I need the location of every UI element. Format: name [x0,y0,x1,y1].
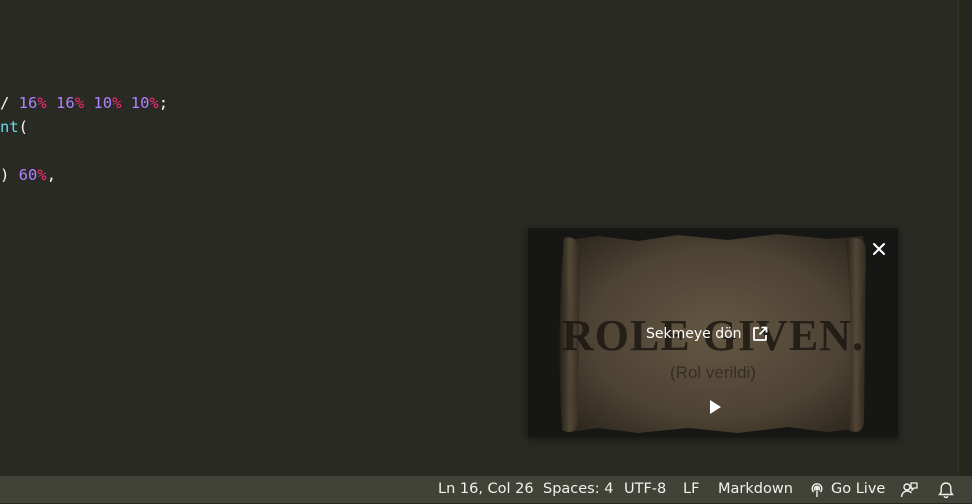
code-token: 10 [130,94,150,112]
close-icon[interactable] [868,238,890,260]
code-line: / 16% 16% 10% 10%; [0,91,168,115]
back-to-tab-button[interactable]: Sekmeye dön [646,322,768,346]
open-external-icon [752,326,767,341]
end-of-line-setting[interactable]: LF [683,476,699,503]
vertical-scrollbar[interactable] [958,0,972,476]
go-live-button[interactable]: Go Live [809,476,885,503]
cursor-position[interactable]: Ln 16, Col 26 [438,476,534,503]
feedback-icon[interactable] [899,480,919,500]
code-token: % [149,94,159,112]
language-mode[interactable]: Markdown [718,476,793,503]
code-line: ) 60%, [0,163,56,187]
play-icon[interactable] [704,396,726,418]
indentation-setting[interactable]: Spaces: 4 [543,476,613,503]
notifications-bell-icon[interactable] [936,480,956,500]
code-token: 16 [18,94,38,112]
code-token: / [0,94,19,112]
code-line: nt( [0,115,28,139]
code-token: % [112,94,122,112]
code-token: 16 [56,94,75,112]
code-token: 60 [18,166,38,184]
code-token: % [74,94,85,112]
code-token: % [37,94,47,112]
broadcast-icon [811,483,823,497]
code-token: 10 [93,94,113,112]
back-to-tab-label: Sekmeye dön [646,326,742,342]
code-token: % [37,166,47,184]
encoding-setting[interactable]: UTF-8 [624,476,666,503]
code-token: nt [0,118,19,136]
picture-in-picture-window[interactable]: ROLE GIVEN. (Rol verildi) Sekmeye dön [528,228,898,437]
status-bar: Ln 16, Col 26 Spaces: 4 UTF-8 LF Markdow… [0,476,972,503]
code-token: ( [18,118,29,136]
code-token: , [46,166,57,184]
code-token: ; [158,94,169,112]
code-token: ) [0,166,19,184]
go-live-label: Go Live [831,481,886,497]
